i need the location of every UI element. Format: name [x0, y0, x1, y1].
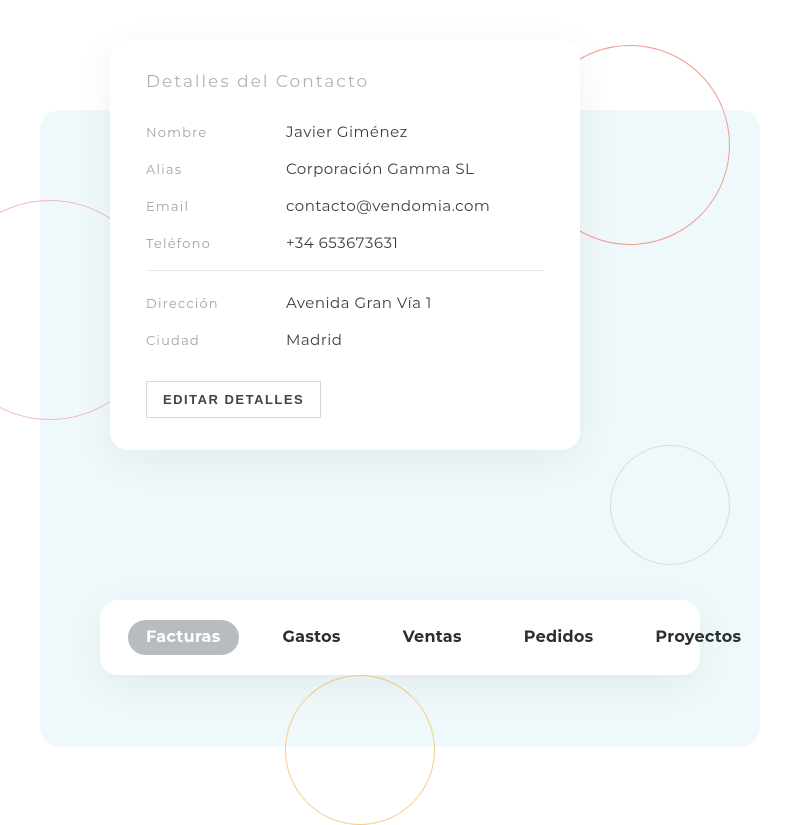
detail-row-address: Dirección Avenida Gran Vía 1 [146, 293, 544, 312]
detail-value: Avenida Gran Vía 1 [286, 293, 432, 312]
detail-label: Teléfono [146, 236, 286, 252]
detail-row-phone: Teléfono +34 653673631 [146, 233, 544, 252]
detail-label: Nombre [146, 125, 286, 141]
detail-row-city: Ciudad Madrid [146, 330, 544, 349]
detail-label: Email [146, 199, 286, 215]
detail-label: Ciudad [146, 333, 286, 349]
detail-value: Madrid [286, 330, 342, 349]
tab-facturas[interactable]: Facturas [128, 620, 239, 655]
detail-label: Dirección [146, 296, 286, 312]
detail-row-email: Email contacto@vendomia.com [146, 196, 544, 215]
detail-value: Javier Giménez [286, 122, 408, 141]
decorative-circle [285, 675, 435, 825]
detail-value: contacto@vendomia.com [286, 196, 490, 215]
tab-proyectos[interactable]: Proyectos [637, 620, 759, 655]
decorative-circle [610, 445, 730, 565]
card-title: Detalles del Contacto [146, 72, 544, 92]
detail-value: Corporación Gamma SL [286, 159, 474, 178]
tabs-card: Facturas Gastos Ventas Pedidos Proyectos [100, 600, 700, 675]
contact-details-card: Detalles del Contacto Nombre Javier Gimé… [110, 40, 580, 450]
edit-details-button[interactable]: EDITAR DETALLES [146, 381, 321, 418]
tab-pedidos[interactable]: Pedidos [506, 620, 612, 655]
detail-label: Alias [146, 162, 286, 178]
detail-value: +34 653673631 [286, 233, 398, 252]
detail-row-name: Nombre Javier Giménez [146, 122, 544, 141]
divider [146, 270, 544, 271]
tab-ventas[interactable]: Ventas [385, 620, 480, 655]
detail-row-alias: Alias Corporación Gamma SL [146, 159, 544, 178]
tab-gastos[interactable]: Gastos [265, 620, 359, 655]
